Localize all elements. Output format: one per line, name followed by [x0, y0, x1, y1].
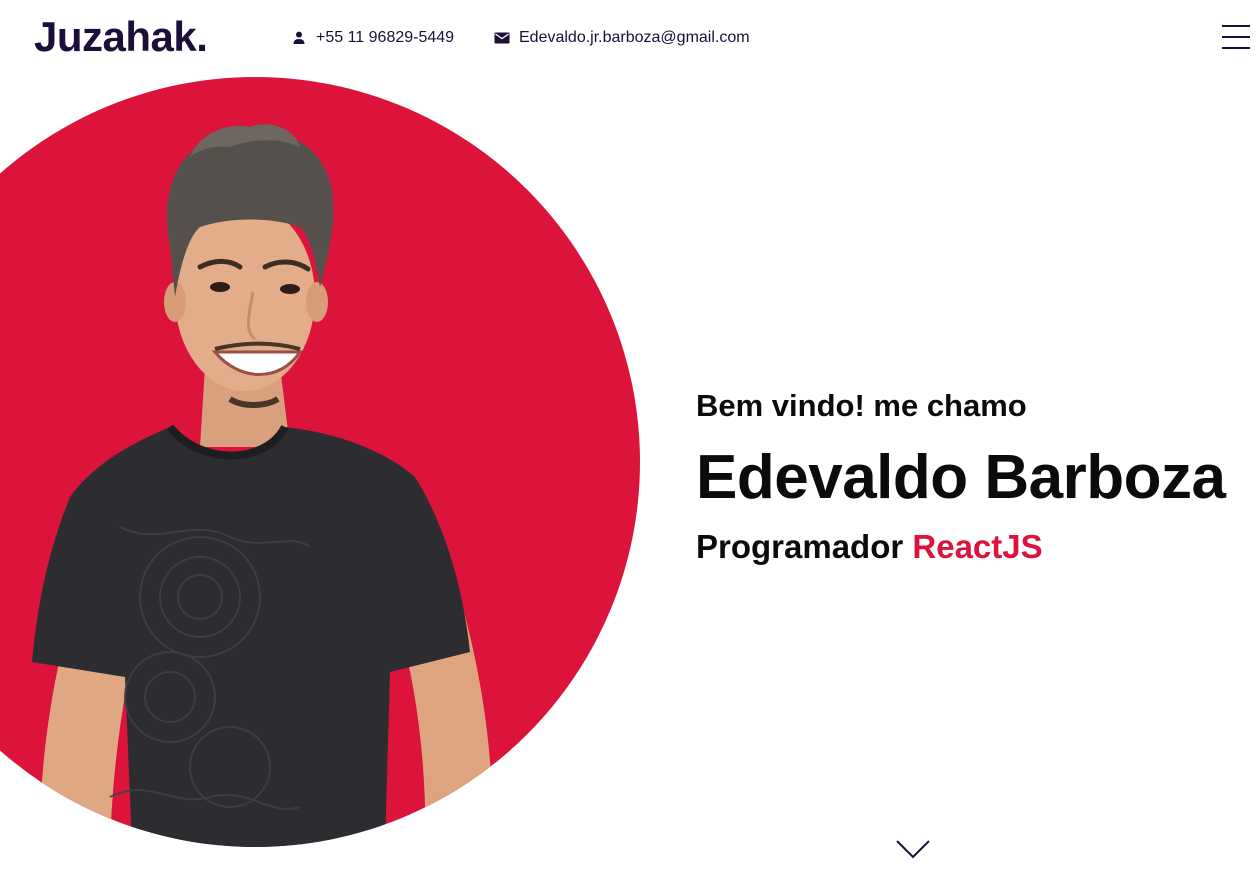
role-text: Programador ReactJS	[696, 528, 1043, 566]
hamburger-menu-icon[interactable]	[1219, 22, 1253, 54]
profile-photo	[32, 124, 493, 847]
greeting-text: Bem vindo! me chamo	[696, 388, 1027, 423]
chevron-down-icon[interactable]	[895, 838, 931, 860]
mail-icon	[494, 32, 510, 44]
role-highlight: ReactJS	[912, 528, 1043, 565]
name-heading: Edevaldo Barboza	[696, 443, 1226, 512]
profile-photo-circle	[0, 77, 640, 847]
person-icon	[293, 31, 305, 44]
header: Juzahak. +55 11 96829-5449 Edevaldo.jr.b…	[0, 0, 1259, 76]
page: Juzahak. +55 11 96829-5449 Edevaldo.jr.b…	[0, 0, 1259, 881]
phone-number: +55 11 96829-5449	[316, 29, 455, 46]
email-contact[interactable]: Edevaldo.jr.barboza@gmail.com	[494, 28, 750, 48]
menu-line	[1222, 47, 1250, 49]
logo[interactable]: Juzahak.	[34, 13, 208, 61]
email-address: Edevaldo.jr.barboza@gmail.com	[519, 29, 750, 46]
role-prefix: Programador	[696, 528, 904, 565]
menu-line	[1222, 25, 1250, 27]
menu-line	[1222, 36, 1250, 38]
phone-contact[interactable]: +55 11 96829-5449	[291, 28, 454, 48]
